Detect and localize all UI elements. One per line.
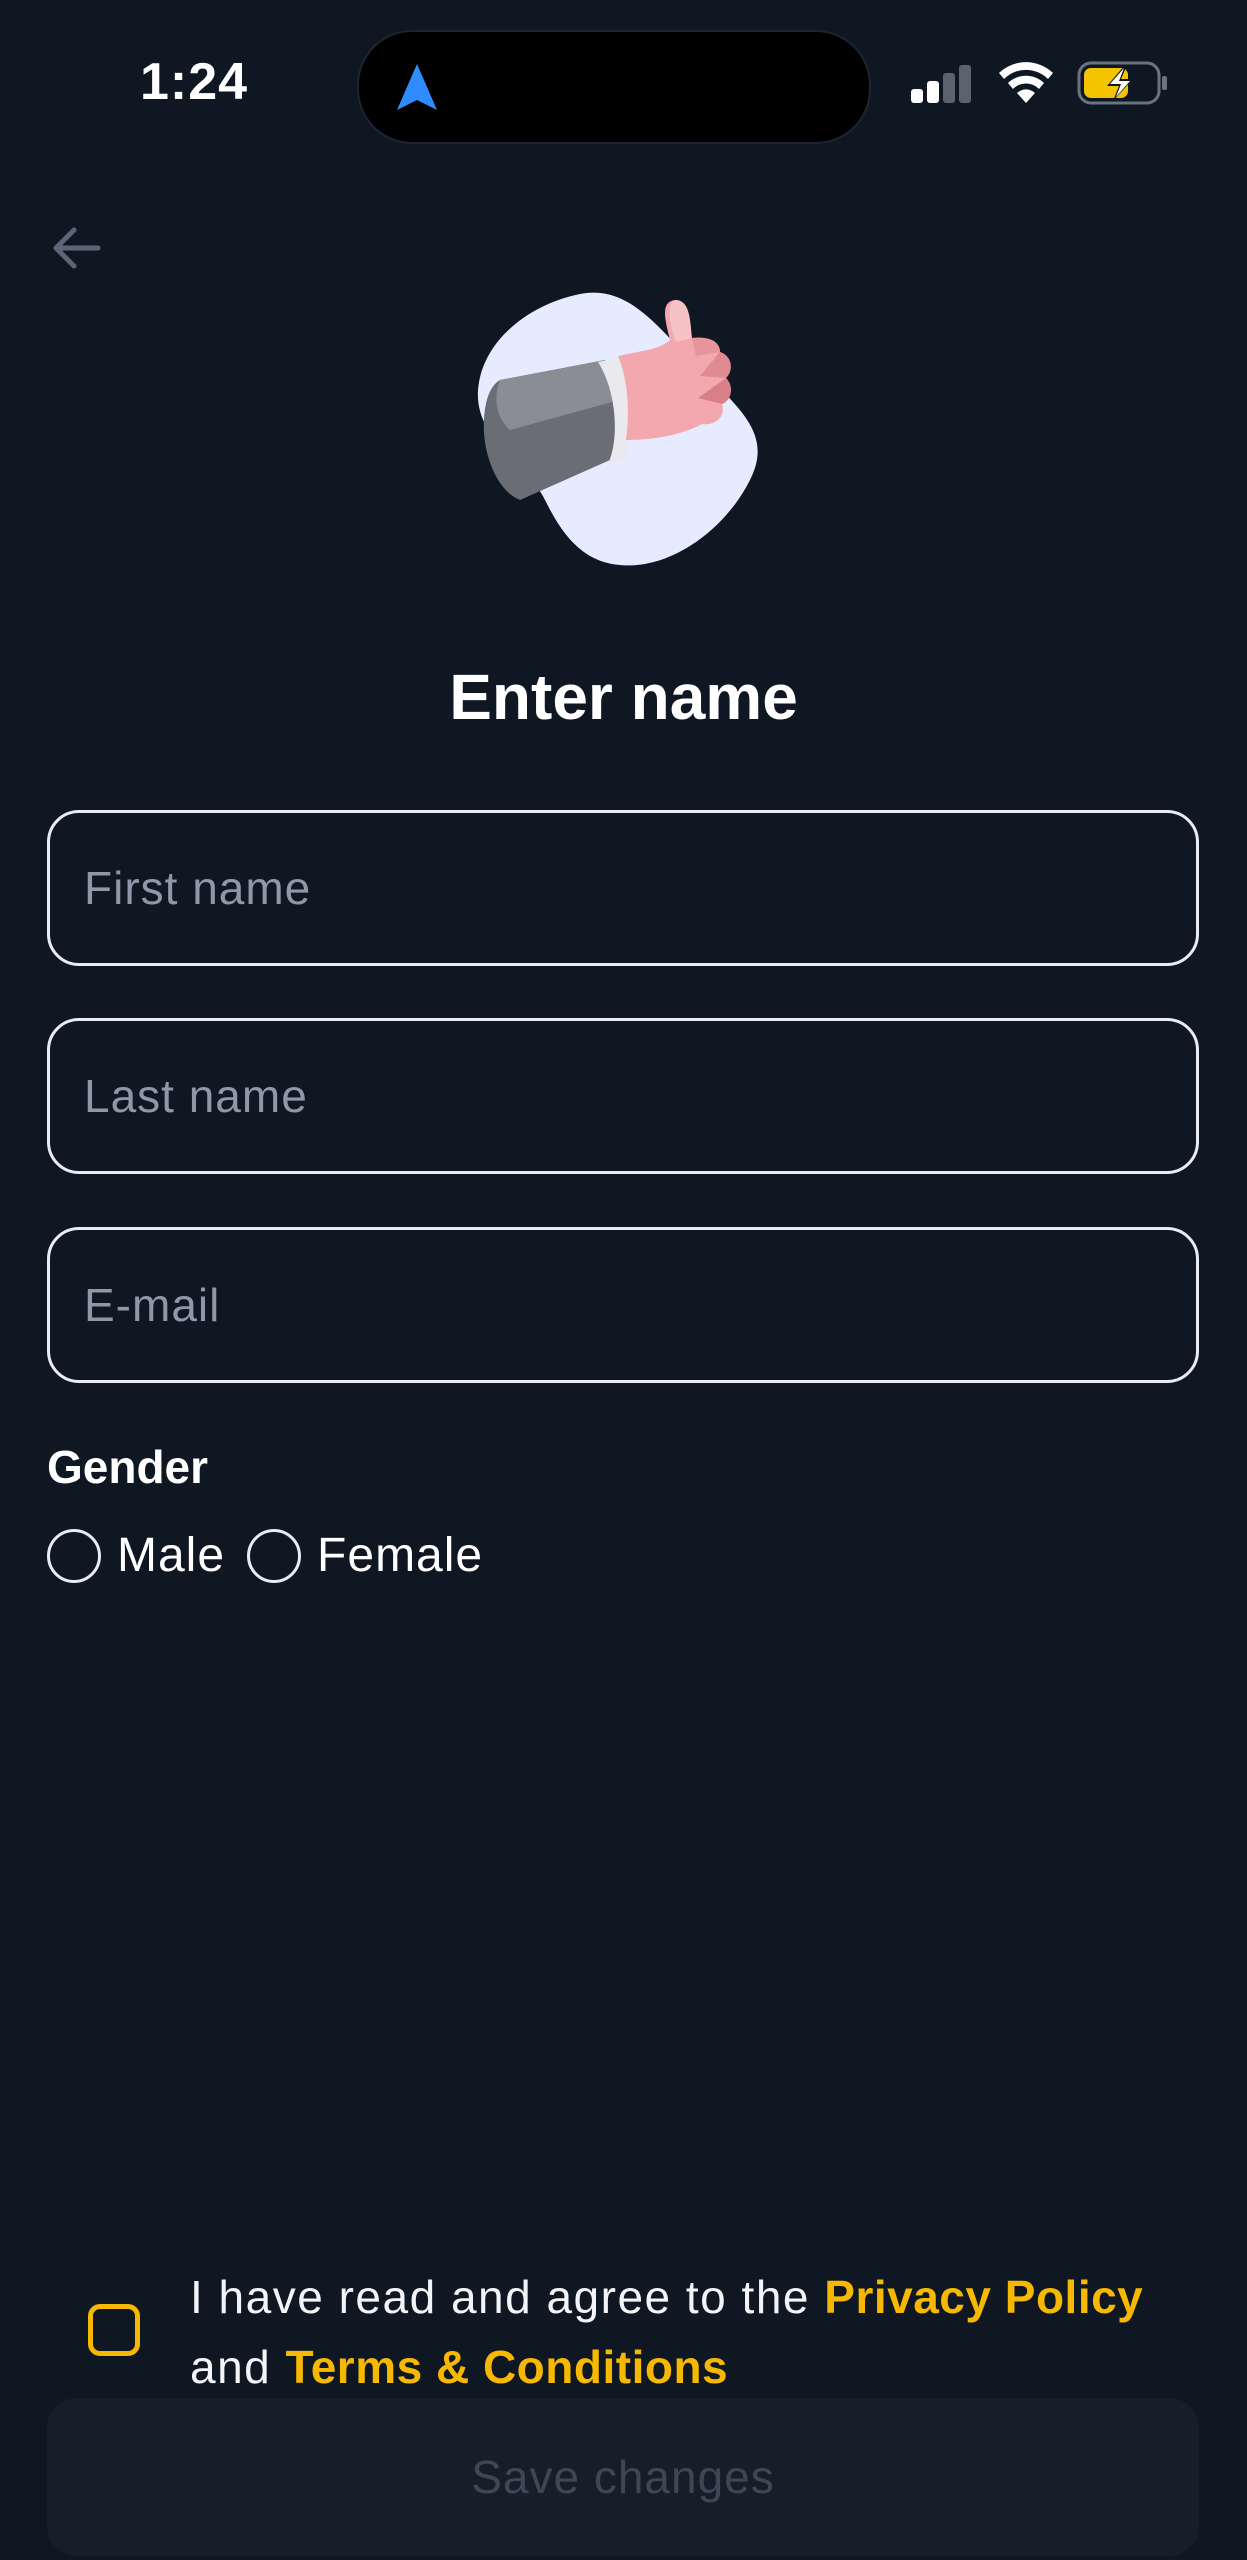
gender-radio-group: Male Female	[47, 1528, 505, 1583]
radio-circle-male[interactable]	[47, 1528, 101, 1583]
save-changes-button[interactable]: Save changes	[47, 2398, 1199, 2556]
page-title: Enter name	[449, 661, 798, 733]
gender-option-label: Female	[317, 1529, 484, 1582]
status-icons	[909, 60, 1169, 106]
first-name-field[interactable]	[47, 810, 1199, 966]
agreement-checkbox[interactable]	[88, 2304, 140, 2356]
back-arrow-icon[interactable]	[48, 220, 104, 276]
gender-option-male[interactable]: Male	[47, 1528, 225, 1583]
email-input[interactable]	[50, 1230, 1196, 1380]
gender-option-label: Male	[117, 1529, 226, 1582]
terms-conditions-link[interactable]: Terms & Conditions	[286, 2341, 729, 2393]
agreement-text-part1: I have read and agree to the	[190, 2271, 825, 2323]
agreement-text: I have read and agree to the Privacy Pol…	[190, 2262, 1143, 2402]
thumbs-up-illustration	[477, 292, 758, 566]
agreement-text-part2: and	[190, 2341, 286, 2393]
first-name-input[interactable]	[50, 813, 1196, 963]
privacy-policy-link[interactable]: Privacy Policy	[824, 2271, 1143, 2323]
last-name-input[interactable]	[50, 1021, 1196, 1171]
last-name-field[interactable]	[47, 1018, 1199, 1174]
radio-circle-female[interactable]	[247, 1528, 302, 1583]
status-time: 1:24	[140, 53, 249, 111]
signal-icon	[911, 65, 971, 103]
email-field[interactable]	[47, 1227, 1199, 1383]
status-bar: 1:24	[0, 0, 1247, 150]
wifi-icon	[999, 62, 1053, 103]
gender-label: Gender	[47, 1441, 209, 1493]
navigation-arrow-icon	[397, 64, 437, 110]
gender-option-female[interactable]: Female	[247, 1528, 483, 1583]
dynamic-island	[357, 30, 871, 144]
agreement-row: I have read and agree to the Privacy Pol…	[88, 2262, 1198, 2402]
battery-charging-icon	[1077, 61, 1167, 105]
